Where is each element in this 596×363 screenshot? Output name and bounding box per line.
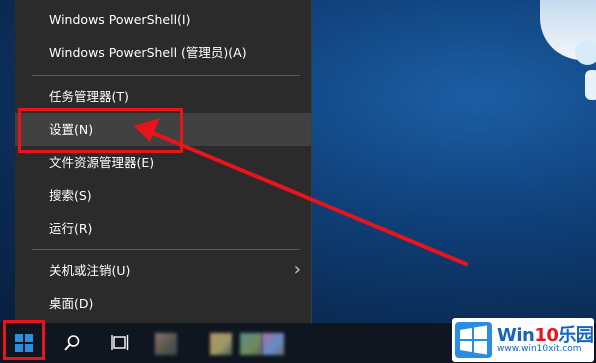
arrow-shaft <box>146 129 468 266</box>
search-icon[interactable] <box>48 323 96 363</box>
task-view-icon[interactable] <box>96 323 144 363</box>
annotation-arrow <box>134 118 468 266</box>
taskbar-app-icon[interactable] <box>210 333 232 355</box>
brand-tail: 乐园 <box>558 325 594 346</box>
watermark-logo: Win10乐园 www.win10xit.com <box>452 318 594 362</box>
taskbar-app-icon[interactable] <box>155 333 177 355</box>
taskbar-app-icon[interactable] <box>240 333 262 355</box>
brand-win: Win <box>497 325 535 346</box>
watermark-url: www.win10xit.com <box>497 344 582 354</box>
arrow-head <box>134 118 160 142</box>
highlight-box-start <box>3 320 45 360</box>
brand-10: 10 <box>534 325 559 346</box>
windows-logo-icon <box>455 322 492 358</box>
taskbar-app-icon[interactable] <box>262 333 284 355</box>
